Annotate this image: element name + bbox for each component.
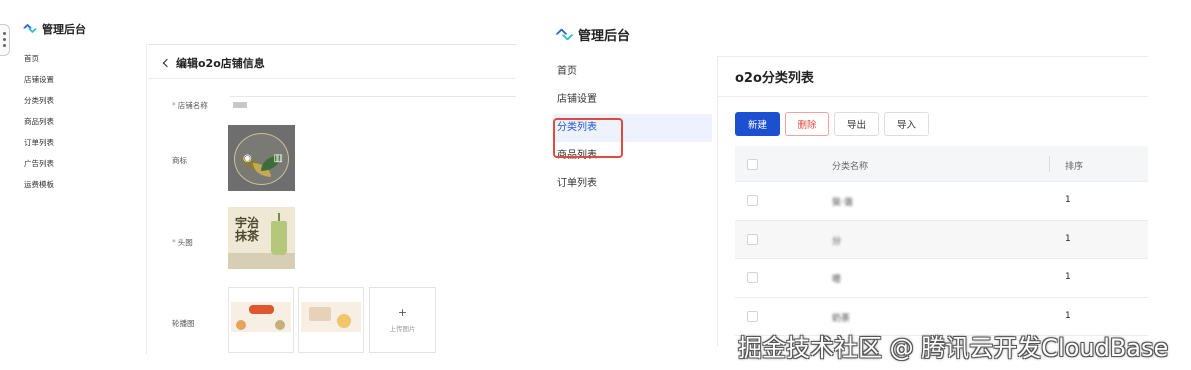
import-button[interactable]: 导入 [884, 112, 929, 136]
page-title-2: o2o分类列表 [735, 71, 814, 86]
sidebar-item-category-list[interactable]: 分类列表 [24, 95, 54, 116]
upload-image-text: 上传图片 [389, 325, 416, 333]
brand-mark-icon [555, 27, 574, 41]
page-title-bar: 编辑o2o店铺信息 [162, 55, 265, 71]
preview-eye-icon[interactable]: ◉ [243, 153, 252, 164]
category-name-cell: 嗯 [832, 275, 842, 285]
brand-title-2: 管理后台 [578, 29, 631, 44]
carousel-label: 轮播图 [172, 319, 195, 328]
category-name-cell: 奶茶 [832, 313, 851, 324]
sort-cell: 1 [1065, 272, 1071, 282]
table-row[interactable]: 奘·谐 1 [735, 182, 1148, 221]
sidebar-divider-2 [717, 56, 718, 346]
header-divider-2 [718, 56, 1148, 57]
column-sort: 排序 [1065, 162, 1084, 172]
head-image[interactable]: 宇治抹茶 [228, 207, 295, 269]
panel-drag-handle[interactable] [0, 24, 10, 56]
category-table: 分类名称 排序 奘·谐 1 分 1 嗯 1 奶茶 1 [735, 146, 1148, 336]
sort-cell: 1 [1065, 310, 1071, 321]
category-name-cell: 奘·谐 [832, 198, 853, 208]
store-name-value [233, 102, 247, 108]
sidebar-item-home[interactable]: 首页 [557, 65, 597, 93]
delete-trash-icon[interactable]: ▥ [274, 153, 283, 164]
sidebar-item-home[interactable]: 首页 [24, 53, 54, 74]
more-dots-icon [3, 32, 6, 50]
upload-image-button[interactable]: + 上传图片 [369, 287, 436, 353]
brand-logo-2: 管理后台 [555, 25, 631, 44]
logo-label: 商标 [172, 156, 187, 165]
watermark: 掘金技术社区 @ 腾讯云开发CloudBase [738, 334, 1169, 362]
table-row[interactable]: 分 1 [735, 220, 1148, 259]
export-button[interactable]: 导出 [834, 112, 879, 136]
sidebar-item-order-list[interactable]: 订单列表 [24, 137, 54, 158]
category-name-cell: 分 [832, 236, 842, 247]
sidebar-item-order-list[interactable]: 订单列表 [557, 177, 597, 205]
highlight-annotation-box [553, 118, 623, 158]
column-category-name: 分类名称 [832, 162, 869, 172]
logo-image[interactable]: ◉ ▥ [228, 125, 295, 191]
carousel-image-2[interactable] [298, 287, 364, 353]
store-name-label: * 店铺名称 [172, 101, 208, 110]
sort-cell: 1 [1065, 233, 1071, 244]
sidebar-item-shipping-template[interactable]: 运费模板 [24, 179, 54, 200]
sidebar-item-product-list[interactable]: 商品列表 [24, 116, 54, 137]
row-checkbox[interactable] [747, 310, 758, 322]
sidebar-item-ad-list[interactable]: 广告列表 [24, 158, 54, 179]
brand-title: 管理后台 [42, 23, 86, 36]
select-all-checkbox[interactable] [747, 159, 758, 170]
sidebar-item-store-settings[interactable]: 店铺设置 [557, 93, 597, 121]
store-name-input[interactable] [230, 96, 516, 113]
brand-logo: 管理后台 [22, 21, 86, 37]
table-row[interactable]: 嗯 1 [735, 259, 1148, 298]
title-divider-2 [718, 96, 1148, 97]
head-image-label: * 头图 [172, 238, 193, 247]
delete-button[interactable]: 删除 [785, 112, 829, 136]
sort-cell: 1 [1065, 195, 1071, 205]
head-image-text: 宇治抹茶 [235, 216, 260, 243]
page-title: 编辑o2o店铺信息 [176, 57, 265, 70]
table-header: 分类名称 排序 [735, 146, 1148, 182]
sidebar-nav: 首页 店铺设置 分类列表 商品列表 订单列表 广告列表 运费模板 [24, 53, 54, 200]
plus-icon: + [397, 306, 408, 319]
title-divider [148, 78, 516, 79]
row-checkbox[interactable] [747, 272, 758, 283]
carousel-image-1[interactable] [228, 287, 294, 353]
row-checkbox[interactable] [747, 195, 758, 206]
sidebar-divider [146, 44, 147, 354]
back-chevron-icon[interactable] [162, 58, 172, 68]
sidebar-item-store-settings[interactable]: 店铺设置 [24, 74, 54, 95]
new-button[interactable]: 新建 [735, 112, 780, 136]
header-divider [148, 44, 516, 45]
row-checkbox[interactable] [747, 233, 758, 245]
brand-mark-icon [22, 23, 38, 34]
